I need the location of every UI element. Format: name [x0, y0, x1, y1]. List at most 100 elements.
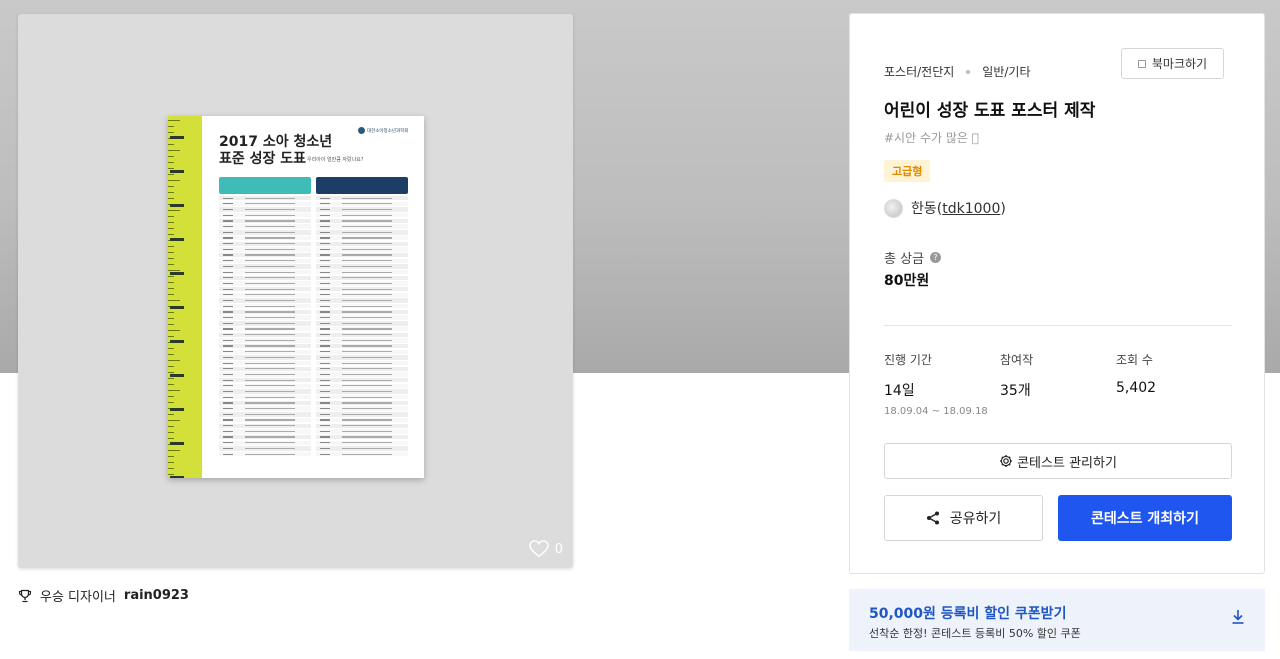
ruler-tick — [168, 378, 174, 379]
ruler-tick — [168, 330, 180, 331]
poster-table-row — [316, 338, 408, 343]
ruler-tick — [168, 120, 180, 121]
ruler-tick — [168, 234, 174, 235]
poster-table-row — [219, 241, 311, 246]
poster-table-row — [316, 230, 408, 235]
poster-table-row — [219, 332, 311, 337]
poster-table-row — [219, 230, 311, 235]
poster-table-row — [316, 292, 408, 298]
ruler-tick — [168, 156, 174, 157]
poster-table-row — [316, 343, 408, 349]
ruler-tick — [168, 186, 174, 187]
poster-table-row — [219, 304, 311, 309]
host-id-paren-close: ) — [1000, 201, 1006, 217]
poster-table-row — [219, 196, 311, 201]
boys-table-header — [316, 177, 408, 194]
category-breadcrumb: 포스터/전단지 일반/기타 — [884, 63, 1031, 80]
ruler-tick — [168, 456, 174, 457]
ruler-tick — [168, 216, 174, 217]
ruler-tick — [168, 372, 174, 373]
boys-table-rows — [316, 196, 408, 458]
ruler-tick — [168, 300, 180, 301]
host-id-link[interactable]: tdk1000 — [942, 201, 1000, 217]
host-name: 한동 — [911, 201, 937, 217]
poster-table-row — [316, 378, 408, 383]
ruler-tick — [168, 282, 174, 283]
coupon-headline: 50,000원 등록비 할인 쿠폰받기 — [869, 606, 1067, 622]
divider — [884, 325, 1232, 326]
manage-contest-button[interactable]: 콘테스트 관리하기 — [884, 443, 1232, 479]
poster-org-name: 대한소아청소년과학회 — [367, 128, 409, 134]
poster-table-row — [219, 372, 311, 377]
ruler-tick — [168, 270, 180, 271]
poster-table-row — [316, 321, 408, 326]
ruler-tick — [168, 288, 174, 289]
share-button[interactable]: 공유하기 — [884, 495, 1043, 541]
ruler-mark — [170, 136, 184, 139]
poster-table-row — [316, 207, 408, 212]
poster-table-row — [219, 378, 311, 383]
ruler-tick — [168, 228, 174, 229]
ruler-tick — [168, 222, 174, 223]
poster-title-line1: 2017 소아 청소년 — [219, 134, 333, 150]
ruler-tick — [168, 276, 174, 277]
ruler-tick — [168, 420, 180, 421]
poster-table-row — [316, 451, 408, 457]
poster-table-row — [219, 292, 311, 298]
poster-table-row — [316, 383, 408, 389]
poster-table-row — [316, 389, 408, 394]
ruler-tick — [168, 468, 174, 469]
host-info: 한동(tdk1000) — [884, 198, 1006, 218]
ruler-mark — [170, 306, 184, 309]
poster-table-row — [219, 201, 311, 207]
poster-table-row — [219, 269, 311, 275]
category-secondary[interactable]: 일반/기타 — [982, 63, 1030, 80]
ruler-tick — [168, 348, 174, 349]
poster-table-row — [219, 326, 311, 332]
host-contest-button[interactable]: 콘테스트 개최하기 — [1058, 495, 1232, 541]
ruler-tick — [168, 414, 174, 415]
poster-table-row — [316, 201, 408, 207]
poster-table-row — [219, 434, 311, 440]
poster-table-row — [316, 304, 408, 309]
ruler-tick — [168, 426, 174, 427]
poster-table-row — [316, 241, 408, 246]
poster-table-row — [219, 252, 311, 258]
bookmark-button[interactable]: 북마크하기 — [1121, 48, 1224, 79]
contest-title: 어린이 성장 도표 포스터 제작 — [884, 101, 1096, 121]
ruler-mark — [170, 272, 184, 275]
contest-info-card: 포스터/전단지 일반/기타 북마크하기 어린이 성장 도표 포스터 제작 #시안… — [849, 13, 1265, 574]
poster-table-row — [316, 264, 408, 269]
poster-table-row — [219, 247, 311, 252]
ruler-tick — [168, 252, 174, 253]
preview-card[interactable]: 대한소아청소년과학회 2017 소아 청소년 표준 성장 도표 우리아이 얼만큼… — [18, 14, 573, 568]
poster-table-row — [316, 275, 408, 281]
winner-name[interactable]: rain0923 — [124, 588, 189, 603]
stat-views: 조회 수 5,402 — [1116, 351, 1156, 396]
download-icon[interactable] — [1231, 609, 1245, 625]
like-count: 0 — [554, 541, 563, 557]
trophy-icon — [18, 589, 32, 602]
ruler-mark — [170, 408, 184, 411]
poster-table-row — [316, 281, 408, 286]
poster-table-row — [316, 440, 408, 445]
category-primary[interactable]: 포스터/전단지 — [884, 63, 954, 80]
breadcrumb-separator — [966, 69, 971, 74]
ruler-tick — [168, 474, 174, 475]
help-icon[interactable]: ? — [930, 252, 942, 263]
poster-table-row — [316, 252, 408, 258]
poster-org-logo: 대한소아청소년과학회 — [358, 127, 408, 134]
ruler-tick — [168, 150, 180, 151]
ruler-tick — [168, 396, 174, 397]
ruler-tick — [168, 384, 174, 385]
ruler-mark — [170, 442, 184, 445]
poster-table-row — [219, 235, 311, 241]
ruler-tick — [168, 258, 174, 259]
like-button[interactable]: 0 — [528, 540, 563, 558]
poster-table-row — [219, 355, 311, 360]
coupon-banner[interactable]: 50,000원 등록비 할인 쿠폰받기 선착순 한정! 콘테스트 등록비 50%… — [849, 589, 1265, 651]
poster-table-row — [219, 275, 311, 281]
poster-table-row — [219, 389, 311, 394]
poster-table-row — [316, 269, 408, 275]
poster-table-row — [316, 417, 408, 423]
